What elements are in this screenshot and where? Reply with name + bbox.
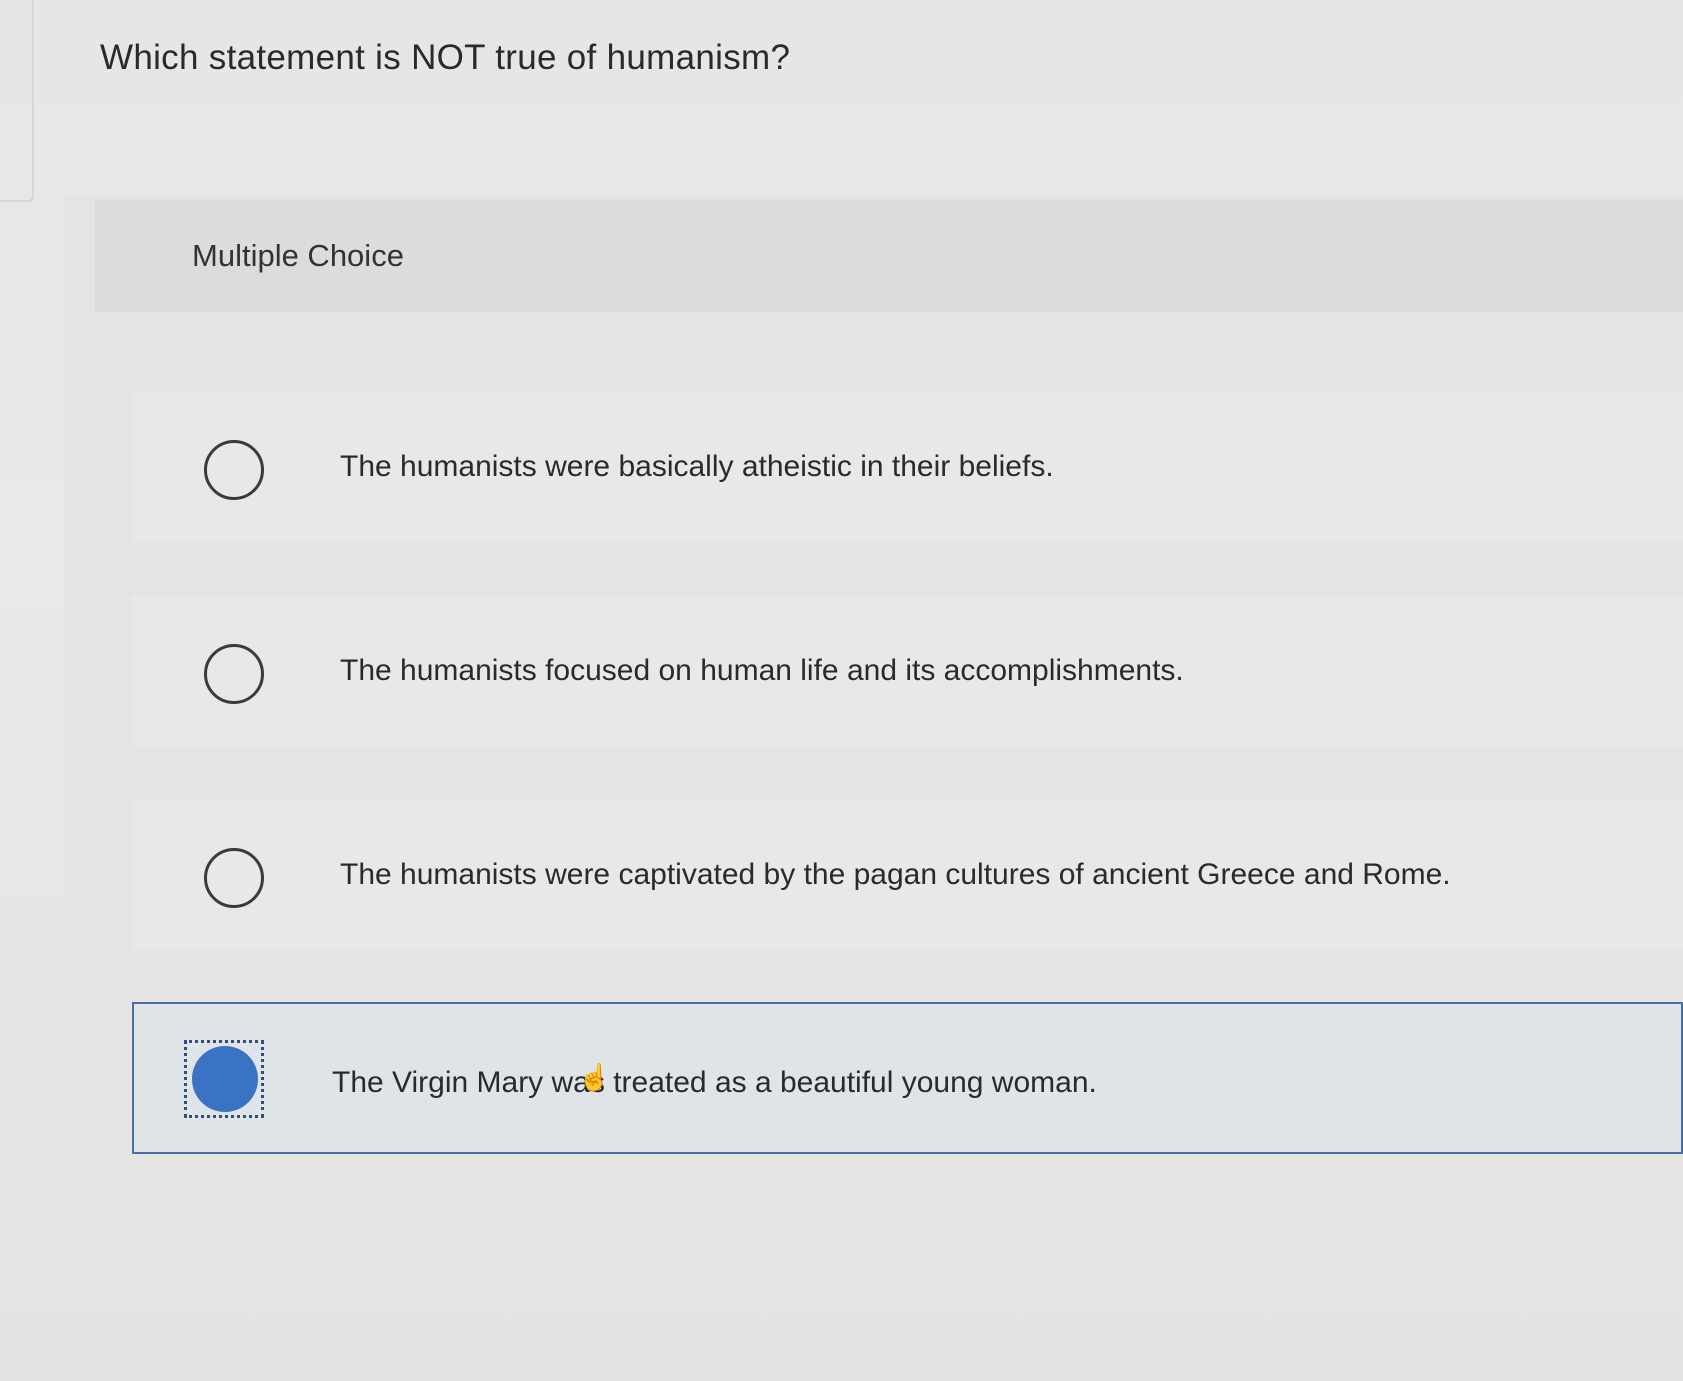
multiple-choice-label: Multiple Choice [192,238,404,273]
option-text: The humanists were captivated by the pag… [340,858,1451,891]
question-card-edge [0,0,34,202]
option-text: The Virgin Mary was treated as a beautif… [332,1066,1097,1099]
radio-button[interactable] [204,440,264,500]
option-4-selected[interactable]: The Virgin Mary was treated as a beautif… [132,1002,1683,1154]
question-text: Which statement is NOT true of humanism? [100,38,791,77]
option-text: The humanists were basically atheistic i… [340,450,1054,483]
radio-button[interactable] [204,644,264,704]
option-text: The humanists focused on human life and … [340,654,1184,687]
radio-button[interactable] [204,848,264,908]
option-1[interactable]: The humanists were basically atheistic i… [132,392,1683,542]
hand-pointer-icon: ☝ [578,1062,611,1092]
radio-button-selected[interactable] [192,1046,258,1112]
option-3[interactable]: The humanists were captivated by the pag… [132,800,1683,950]
option-2[interactable]: The humanists focused on human life and … [132,596,1683,746]
